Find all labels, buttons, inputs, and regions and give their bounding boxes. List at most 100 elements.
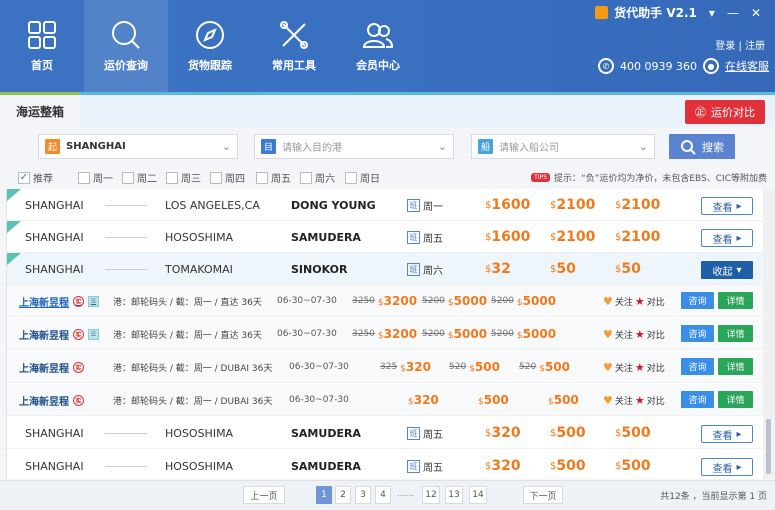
prev-page-button[interactable]: 上一页 xyxy=(243,486,285,504)
pod[interactable]: HOSOSHIMA xyxy=(165,221,233,253)
consult-button[interactable]: 咨询 xyxy=(681,325,714,342)
consult-button[interactable]: 咨询 xyxy=(681,292,714,309)
heart-icon[interactable]: ♥ xyxy=(603,394,613,407)
star-icon[interactable]: ★ xyxy=(635,361,645,374)
chevron-down-icon: ⌄ xyxy=(638,140,648,153)
price-value: 500 xyxy=(556,425,586,441)
sailing-day: 周五 xyxy=(423,233,443,245)
scrollbar-thumb[interactable] xyxy=(766,419,771,474)
price-value: 500 xyxy=(474,360,500,374)
sailing-day: 周五 xyxy=(423,429,443,441)
filter-recommended[interactable]: ✓ 推荐 xyxy=(18,170,53,185)
compare-link[interactable]: 对比 xyxy=(647,328,665,341)
view-button[interactable]: 查看 ▸ xyxy=(701,425,753,443)
search-button[interactable]: 搜索 xyxy=(669,134,735,159)
detail-button[interactable]: 详情 xyxy=(718,292,753,309)
pod[interactable]: TOMAKOMAI xyxy=(165,253,233,285)
consult-button[interactable]: 咨询 xyxy=(681,391,714,408)
filter-day-wed[interactable]: 周三 xyxy=(166,170,201,185)
heart-icon[interactable]: ♥ xyxy=(603,295,613,308)
minimize-icon[interactable]: — xyxy=(727,6,739,20)
compare-link[interactable]: 对比 xyxy=(647,295,665,308)
page-12[interactable]: 12 xyxy=(422,486,440,504)
carrier-select[interactable]: 船 请输入船公司 ⌄ xyxy=(471,134,655,159)
view-button[interactable]: 查看 ▸ xyxy=(701,197,753,215)
pol-select[interactable]: 起 SHANGHAI ⌄ xyxy=(38,134,238,159)
compare-link[interactable]: 对比 xyxy=(647,361,665,374)
app-brand: 货代助手 V2.1 ▾ — ✕ xyxy=(595,4,761,21)
view-button[interactable]: 查看 ▸ xyxy=(701,229,753,247)
document-icon: ☰ xyxy=(88,295,99,307)
filter-day-sun[interactable]: 周日 xyxy=(345,170,380,185)
nav-cargo-tracking[interactable]: 货物跟踪 xyxy=(168,0,252,92)
checkbox[interactable] xyxy=(78,171,90,184)
page-2[interactable]: 2 xyxy=(335,486,351,504)
next-page-button[interactable]: 下一页 xyxy=(523,486,563,504)
route-arrow-icon xyxy=(105,466,147,467)
tab-fcl[interactable]: 海运整箱 xyxy=(0,95,80,127)
nav-member-center[interactable]: 会员中心 xyxy=(336,0,420,92)
caret-right-icon: ▸ xyxy=(736,428,742,440)
checkbox[interactable] xyxy=(166,171,178,184)
detail-button[interactable]: 详情 xyxy=(718,325,753,342)
star-icon[interactable]: ★ xyxy=(635,328,645,341)
price-value: 5000 xyxy=(522,327,557,341)
nav-tools[interactable]: 常用工具 xyxy=(252,0,336,92)
follow-link[interactable]: 关注 xyxy=(615,295,633,308)
collapse-button[interactable]: 收起 ▾ xyxy=(701,261,753,279)
register-link[interactable]: 注册 xyxy=(745,41,765,52)
filter-day-mon[interactable]: 周一 xyxy=(78,170,113,185)
price-value: 1600 xyxy=(491,197,531,213)
agent-name[interactable]: 上海新昱程实 xyxy=(19,351,84,383)
nav-home[interactable]: 首页 xyxy=(0,0,84,92)
checkbox[interactable] xyxy=(210,171,222,184)
checkbox[interactable] xyxy=(345,171,357,184)
menu-dropdown-icon[interactable]: ▾ xyxy=(709,6,715,20)
sub-rate-row: 上海新昱程实 ☰ 港：邮轮码头 / 截：周一 / 直达 36天 06-30~07-… xyxy=(7,318,763,350)
follow-link[interactable]: 关注 xyxy=(615,361,633,374)
agent-name[interactable]: 上海新昱程实 xyxy=(19,384,84,416)
login-link[interactable]: 登录 xyxy=(715,41,735,52)
follow-link[interactable]: 关注 xyxy=(615,394,633,407)
follow-link[interactable]: 关注 xyxy=(615,328,633,341)
rate-compare-button[interactable]: ㊣ 运价对比 xyxy=(685,100,765,124)
detail-button[interactable]: 详情 xyxy=(718,358,753,375)
view-button[interactable]: 查看 ▸ xyxy=(701,458,753,476)
checkbox[interactable] xyxy=(122,171,134,184)
page-14[interactable]: 14 xyxy=(469,486,487,504)
filter-day-fri[interactable]: 周五 xyxy=(256,170,291,185)
pod[interactable]: LOS ANGELES,CA xyxy=(165,189,260,221)
tips-text: 提示：“负”运价均为净价，未包含EBS、CIC等附加费 xyxy=(554,174,767,184)
pod[interactable]: HOSOSHIMA xyxy=(165,450,233,479)
filter-label: 周四 xyxy=(225,174,245,185)
pod-select[interactable]: 目 请输入目的港 ⌄ xyxy=(254,134,454,159)
pod[interactable]: HOSOSHIMA xyxy=(165,417,233,449)
checkbox[interactable] xyxy=(256,171,268,184)
sub-rate-row: 上海新昱程实 港：邮轮码头 / 截：周一 / DUBAI 36天 06-30~0… xyxy=(7,384,763,416)
compare-link[interactable]: 对比 xyxy=(647,394,665,407)
agent-name[interactable]: 上海新昱程实 ☰ xyxy=(19,318,99,350)
agent-name[interactable]: 上海新昱程实 ☰ xyxy=(19,285,99,317)
checkbox[interactable] xyxy=(300,171,312,184)
filter-day-thu[interactable]: 周四 xyxy=(210,170,245,185)
page-1[interactable]: 1 xyxy=(316,486,332,504)
detail-button[interactable]: 详情 xyxy=(718,391,753,408)
page-4[interactable]: 4 xyxy=(375,486,391,504)
page-13[interactable]: 13 xyxy=(445,486,463,504)
heart-icon[interactable]: ♥ xyxy=(603,361,613,374)
carrier-placeholder: 请输入船公司 xyxy=(499,143,559,154)
route-arrow-icon xyxy=(105,237,147,238)
heart-icon[interactable]: ♥ xyxy=(603,328,613,341)
close-icon[interactable]: ✕ xyxy=(751,6,761,20)
pol-value: SHANGHAI xyxy=(66,141,126,152)
checkbox-checked[interactable]: ✓ xyxy=(18,171,30,184)
filter-day-sat[interactable]: 周六 xyxy=(300,170,335,185)
consult-button[interactable]: 咨询 xyxy=(681,358,714,375)
page-3[interactable]: 3 xyxy=(355,486,371,504)
star-icon[interactable]: ★ xyxy=(635,295,645,308)
scrollbar[interactable] xyxy=(763,189,775,479)
online-service-link[interactable]: 在线客服 xyxy=(725,58,769,74)
nav-rate-query[interactable]: 运价查询 xyxy=(84,0,168,92)
filter-day-tue[interactable]: 周二 xyxy=(122,170,157,185)
star-icon[interactable]: ★ xyxy=(635,394,645,407)
